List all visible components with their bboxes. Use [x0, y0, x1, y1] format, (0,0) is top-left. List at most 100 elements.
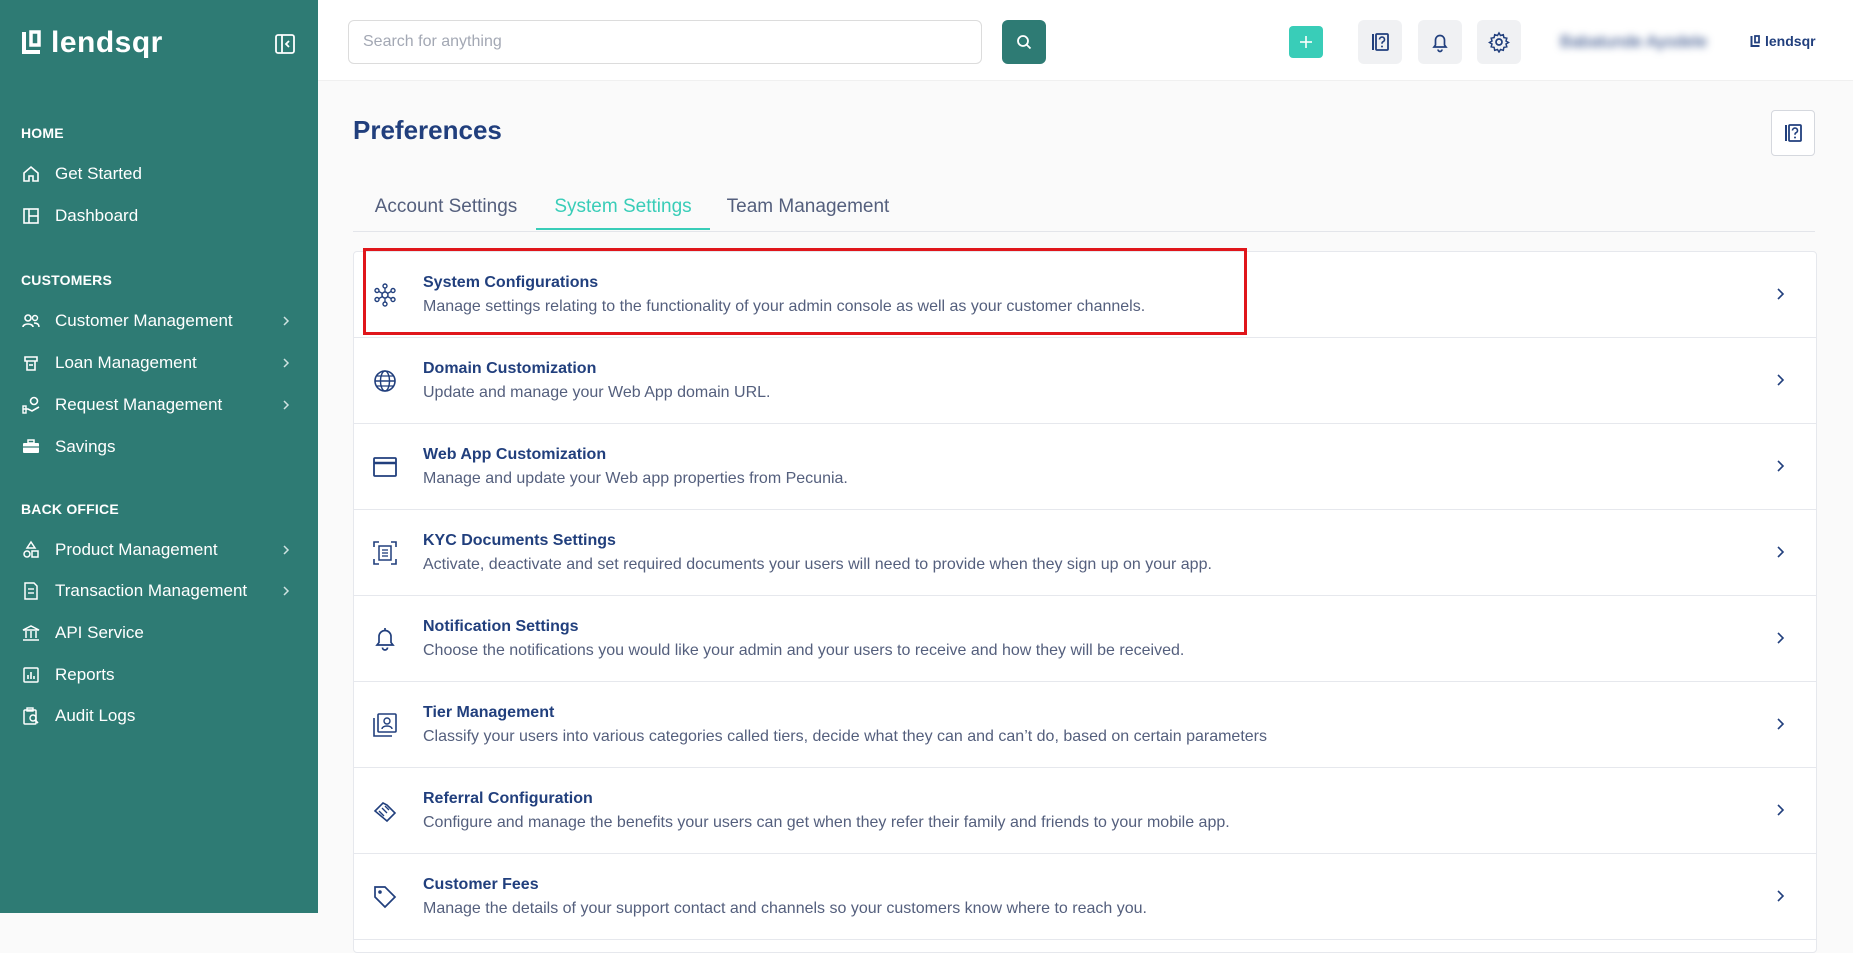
loan-icon	[21, 353, 41, 373]
chevron-right-icon	[283, 400, 290, 410]
sidebar-item-label: Transaction Management	[55, 581, 248, 600]
help-button[interactable]	[1358, 20, 1402, 64]
request-icon	[21, 395, 41, 415]
sidebar: lendsqr HOME Get Started Dashboard CUSTO…	[0, 0, 318, 913]
dashboard-icon	[21, 206, 41, 226]
sidebar-item-label: Customer Management	[55, 311, 233, 330]
settings-item-domain-customization[interactable]: Domain Customization Update and manage y…	[354, 338, 1816, 424]
gear-icon	[1488, 31, 1510, 53]
settings-item-title: KYC Documents Settings	[423, 532, 616, 549]
notifications-button[interactable]	[1418, 20, 1462, 64]
sidebar-item-label: Audit Logs	[55, 706, 136, 725]
settings-item-title: Web App Customization	[423, 446, 607, 463]
lendsqr-logo-icon	[22, 30, 41, 54]
settings-item-description: Manage the details of your support conta…	[423, 900, 1147, 917]
page-help-button[interactable]	[1771, 110, 1815, 156]
settings-item-description: Update and manage your Web App domain UR…	[423, 384, 771, 401]
org-logo: lendsqr	[1750, 33, 1816, 49]
sidebar-item-label: Get Started	[55, 164, 142, 183]
settings-button[interactable]	[1477, 20, 1521, 64]
bell-icon	[1432, 34, 1448, 53]
chevron-right-icon	[1777, 718, 1785, 730]
settings-item-customer-fees[interactable]: Customer Fees Manage the details of your…	[354, 854, 1816, 940]
settings-item-system-configurations[interactable]: System Configurations Manage settings re…	[354, 252, 1816, 338]
brand-name: lendsqr	[51, 26, 163, 59]
transaction-icon	[21, 581, 41, 601]
chevron-right-icon	[1777, 890, 1785, 902]
lendsqr-logo-icon	[1750, 34, 1760, 47]
sidebar-item-audit-logs[interactable]: Audit Logs	[21, 701, 301, 731]
sidebar-item-label: Savings	[55, 437, 116, 456]
settings-item-description: Manage settings relating to the function…	[423, 298, 1146, 315]
bell-icon	[370, 624, 400, 654]
page-title: Preferences	[353, 115, 502, 145]
settings-item-referral-configuration[interactable]: Referral Configuration Configure and man…	[354, 768, 1816, 854]
savings-icon	[21, 437, 41, 457]
sidebar-item-label: Request Management	[55, 395, 223, 414]
sidebar-item-product-management[interactable]: Product Management	[21, 535, 301, 565]
tab-account-settings[interactable]: Account Settings	[371, 196, 521, 230]
sidebar-item-customer-management[interactable]: Customer Management	[21, 306, 301, 336]
settings-item-title: System Configurations	[423, 274, 599, 291]
settings-item-web-app-customization[interactable]: Web App Customization Manage and update …	[354, 424, 1816, 510]
tag-icon	[370, 882, 400, 912]
network-icon	[370, 280, 400, 310]
chevron-right-icon	[283, 358, 290, 368]
audit-icon	[21, 706, 41, 726]
sidebar-item-label: Loan Management	[55, 353, 197, 372]
sidebar-item-request-management[interactable]: Request Management	[21, 390, 301, 420]
settings-list: System Configurations Manage settings re…	[353, 251, 1817, 953]
user-name[interactable]: Babatunde Ayodele	[1560, 32, 1707, 52]
search-icon	[1017, 35, 1032, 50]
settings-item-kyc-documents[interactable]: KYC Documents Settings Activate, deactiv…	[354, 510, 1816, 596]
chevron-right-icon	[283, 586, 290, 596]
plus-icon	[1300, 36, 1312, 48]
settings-item-title: Notification Settings	[423, 618, 579, 635]
search-input[interactable]	[348, 20, 982, 64]
sidebar-item-savings[interactable]: Savings	[21, 432, 301, 462]
settings-item-tier-management[interactable]: Tier Management Classify your users into…	[354, 682, 1816, 768]
settings-item-title: Domain Customization	[423, 360, 597, 377]
help-icon	[1785, 124, 1802, 142]
settings-item-description: Manage and update your Web app propertie…	[423, 470, 848, 487]
section-title-back-office: BACK OFFICE	[21, 501, 119, 517]
settings-item-title: Referral Configuration	[423, 790, 593, 807]
chevron-right-icon	[1777, 546, 1785, 558]
chevron-right-icon	[283, 316, 290, 326]
tier-icon	[370, 710, 400, 740]
org-logo-text: lendsqr	[1765, 33, 1816, 49]
collapse-sidebar-icon[interactable]	[274, 33, 296, 55]
chevron-right-icon	[1777, 632, 1785, 644]
settings-item-description: Classify your users into various categor…	[423, 728, 1267, 745]
home-icon	[21, 164, 41, 184]
browser-window-icon	[370, 452, 400, 482]
settings-item-description: Choose the notifications you would like …	[423, 642, 1185, 659]
sidebar-item-label: Dashboard	[55, 206, 139, 225]
sidebar-item-label: Reports	[55, 665, 115, 684]
search-button[interactable]	[1002, 20, 1046, 64]
help-icon	[1372, 33, 1389, 51]
sidebar-item-reports[interactable]: Reports	[21, 660, 301, 690]
chevron-right-icon	[1777, 288, 1785, 300]
sidebar-item-get-started[interactable]: Get Started	[21, 159, 301, 189]
sidebar-item-api-service[interactable]: API Service	[21, 618, 301, 648]
settings-item-title: Customer Fees	[423, 876, 539, 893]
chevron-right-icon	[1777, 804, 1785, 816]
product-icon	[21, 540, 41, 560]
tab-system-settings[interactable]: System Settings	[536, 196, 710, 230]
reports-icon	[21, 665, 41, 685]
section-title-customers: CUSTOMERS	[21, 272, 112, 288]
chevron-right-icon	[1777, 460, 1785, 472]
brand-logo[interactable]: lendsqr	[21, 26, 163, 60]
bank-icon	[21, 623, 41, 643]
sidebar-item-transaction-management[interactable]: Transaction Management	[21, 576, 301, 606]
settings-item-description: Configure and manage the benefits your u…	[423, 814, 1230, 831]
sidebar-item-loan-management[interactable]: Loan Management	[21, 348, 301, 378]
chevron-right-icon	[1777, 374, 1785, 386]
globe-icon	[370, 366, 400, 396]
settings-item-notification-settings[interactable]: Notification Settings Choose the notific…	[354, 596, 1816, 682]
add-button[interactable]	[1289, 26, 1323, 58]
sidebar-item-dashboard[interactable]: Dashboard	[21, 201, 301, 231]
users-icon	[21, 311, 41, 331]
tab-team-management[interactable]: Team Management	[725, 196, 891, 230]
